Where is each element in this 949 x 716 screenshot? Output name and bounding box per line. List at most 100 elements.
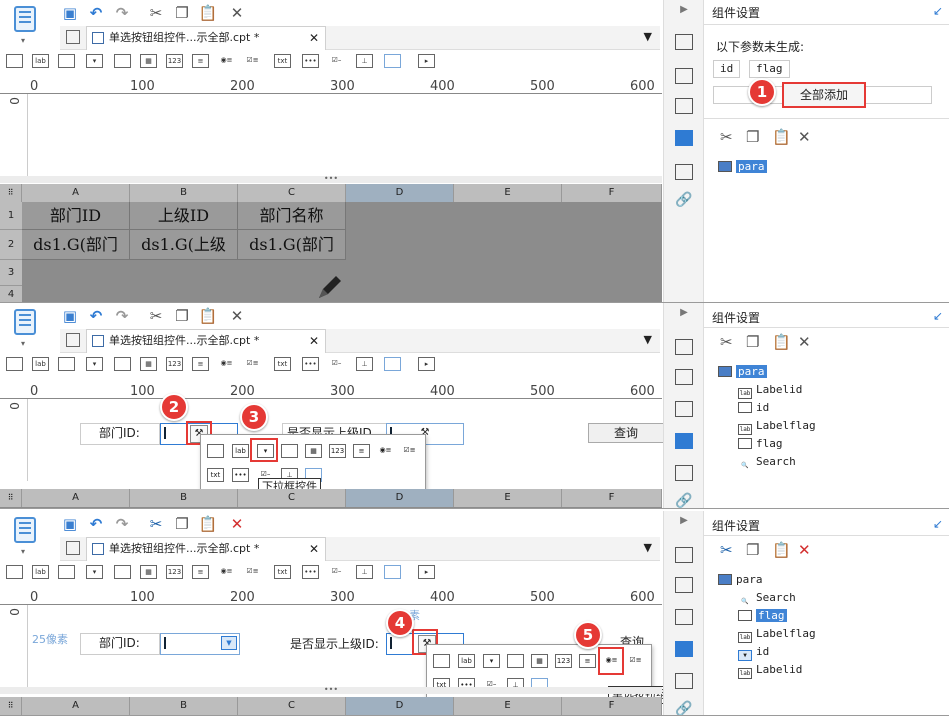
dropdown-arrow-icon[interactable]: ▼ <box>221 636 237 650</box>
number-widget-icon[interactable]: 123 <box>166 565 183 579</box>
column-header-c[interactable]: C <box>238 697 346 715</box>
column-header-e[interactable]: E <box>454 489 562 507</box>
table-tree-widget-icon[interactable] <box>384 357 401 371</box>
textbox-widget-icon[interactable] <box>6 357 23 371</box>
hyperlink-icon[interactable]: 🔗 <box>675 493 693 508</box>
corner-cell[interactable]: ⠿ <box>0 697 22 715</box>
corner-cell[interactable]: ⠿ <box>0 489 22 507</box>
widget-settings-icon[interactable] <box>675 130 693 146</box>
undo-icon[interactable]: ↶ <box>86 305 106 327</box>
table-tree-widget-icon[interactable] <box>384 565 401 579</box>
redo-icon[interactable]: ↷ <box>112 2 132 24</box>
combobox-widget-icon[interactable]: ▾ <box>86 357 103 371</box>
file-tab[interactable]: 单选按钮组控件...示全部.cpt * ✕ <box>86 26 326 50</box>
row-header-2[interactable]: 2 <box>0 230 22 260</box>
checkbox-group-widget-icon[interactable]: ☑≡ <box>627 654 644 668</box>
table-tree-widget-icon[interactable] <box>384 54 401 68</box>
close-icon[interactable]: ✕ <box>309 27 319 49</box>
tree-node-labelflag[interactable]: lab Labelflag <box>718 625 816 643</box>
calendar-widget-icon[interactable]: ▦ <box>531 654 548 668</box>
tree-node-search[interactable]: 🔍 Search <box>718 589 816 607</box>
checkbox-group-widget-icon[interactable]: ☑≡ <box>401 444 418 458</box>
row-header-3[interactable]: 3 <box>0 260 22 286</box>
scissors-icon[interactable]: ✂ <box>146 513 166 535</box>
tree-node-search[interactable]: 🔍 Search <box>718 453 816 471</box>
number-widget-icon[interactable]: 123 <box>555 654 572 668</box>
save-icon[interactable]: ▣ <box>60 305 80 327</box>
tree-widget-icon[interactable]: ⊥ <box>356 357 373 371</box>
widget-settings-icon[interactable] <box>675 641 693 657</box>
textbox-widget-icon[interactable] <box>6 565 23 579</box>
delete-icon[interactable]: ✕ <box>227 2 247 24</box>
column-header-a[interactable]: A <box>22 184 130 202</box>
undo-icon[interactable]: ↶ <box>86 2 106 24</box>
date-widget-icon[interactable] <box>281 444 298 458</box>
redo-icon[interactable]: ↷ <box>112 513 132 535</box>
corner-cell[interactable]: ⠿ <box>0 184 22 202</box>
frame-icon[interactable] <box>675 609 693 625</box>
checkbox-group-widget-icon[interactable]: ☑≡ <box>244 565 261 579</box>
splitter[interactable]: ••• <box>0 175 662 183</box>
column-header-e[interactable]: E <box>454 184 562 202</box>
undo-icon[interactable]: ↶ <box>86 513 106 535</box>
paste-icon[interactable]: 📋 <box>198 2 218 24</box>
column-header-a[interactable]: A <box>22 489 130 507</box>
pin-icon[interactable]: ↙ <box>933 4 943 18</box>
condition-icon[interactable] <box>675 673 693 689</box>
cell-b2[interactable]: ds1.G(上级 <box>130 230 238 260</box>
column-header-d[interactable]: D <box>346 184 454 202</box>
frame-icon[interactable] <box>675 401 693 417</box>
copy-icon[interactable]: ❐ <box>172 305 192 327</box>
password-widget-icon[interactable]: ••• <box>302 357 319 371</box>
tree-widget-icon[interactable]: ⊥ <box>356 565 373 579</box>
grid-icon[interactable] <box>66 30 80 44</box>
radio-group-widget-icon[interactable]: ◉≡ <box>218 54 235 68</box>
cell-attributes-icon[interactable] <box>675 547 693 563</box>
checkbox-widget-icon[interactable]: ☑– <box>328 54 345 68</box>
dropdown-menu-icon[interactable]: ▼ <box>644 30 652 43</box>
scissors-icon[interactable]: ✂ <box>720 128 733 146</box>
paste-icon[interactable]: 📋 <box>772 541 791 559</box>
tree-node-id[interactable]: ▼ id <box>718 643 816 661</box>
row-header-1[interactable]: 1 <box>0 202 22 230</box>
textbox-widget-icon[interactable] <box>6 54 23 68</box>
label-widget-icon[interactable]: lab <box>32 357 49 371</box>
dept-id-combobox[interactable]: ▼ <box>160 633 240 655</box>
condition-icon[interactable] <box>675 465 693 481</box>
date-widget-icon[interactable] <box>114 54 131 68</box>
column-header-b[interactable]: B <box>130 697 238 715</box>
frame-icon[interactable] <box>675 98 693 114</box>
show-parent-label[interactable]: 是否显示上级ID: <box>290 635 379 652</box>
tree-node-para[interactable]: para <box>718 363 816 381</box>
collapse-arrow-icon[interactable]: ▶ <box>675 307 693 323</box>
button-widget-icon[interactable] <box>58 357 75 371</box>
password-widget-icon[interactable]: ••• <box>232 468 249 482</box>
number-widget-icon[interactable]: 123 <box>166 54 183 68</box>
add-all-button[interactable]: 全部添加 <box>782 82 866 108</box>
calendar-widget-icon[interactable]: ▦ <box>140 54 157 68</box>
cell-a1[interactable]: 部门ID <box>22 202 130 230</box>
column-header-b[interactable]: B <box>130 489 238 507</box>
textarea-widget-icon[interactable]: ≡ <box>192 565 209 579</box>
text-widget-icon[interactable]: txt <box>274 357 291 371</box>
label-widget-icon[interactable]: lab <box>32 565 49 579</box>
app-logo-icon[interactable]: ▾ <box>8 307 42 349</box>
dropdown-menu-icon[interactable]: ▼ <box>644 333 652 346</box>
tree-node-flag[interactable]: flag <box>718 435 816 453</box>
style-icon[interactable] <box>675 369 693 385</box>
copy-icon[interactable]: ❐ <box>172 2 192 24</box>
cell-attributes-icon[interactable] <box>675 34 693 50</box>
button-widget-icon[interactable] <box>58 54 75 68</box>
pin-icon[interactable]: ↙ <box>933 309 943 323</box>
column-header-f[interactable]: F <box>562 489 662 507</box>
combobox-widget-icon[interactable]: ▾ <box>86 565 103 579</box>
date-widget-icon[interactable] <box>114 565 131 579</box>
column-header-f[interactable]: F <box>562 697 662 715</box>
radio-group-widget-icon[interactable]: ◉≡ <box>218 565 235 579</box>
checkbox-group-widget-icon[interactable]: ☑≡ <box>244 357 261 371</box>
combobox-widget-icon[interactable]: ▾ <box>86 54 103 68</box>
text-widget-icon[interactable]: txt <box>274 565 291 579</box>
close-icon[interactable]: ✕ <box>309 538 319 560</box>
cell-b1[interactable]: 上级ID <box>130 202 238 230</box>
delete-icon[interactable]: ✕ <box>798 128 811 146</box>
